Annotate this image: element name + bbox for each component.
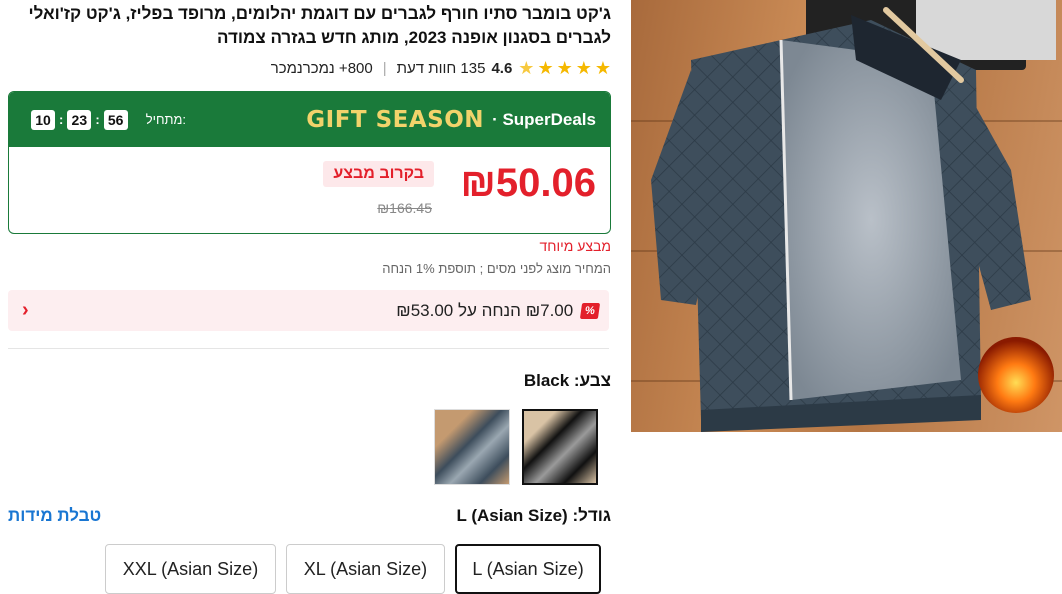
color-swatch-black[interactable] bbox=[522, 409, 598, 485]
timer-minutes: 23 bbox=[67, 109, 92, 130]
coming-soon-badge: בקרוב מבצע bbox=[323, 161, 434, 187]
section-divider bbox=[8, 348, 609, 349]
size-option-xl[interactable]: XL (Asian Size) bbox=[286, 544, 445, 594]
color-label-text: צבע: bbox=[573, 371, 611, 390]
size-chart-link[interactable]: טבלת מידות bbox=[8, 506, 101, 526]
current-price: ₪50.06 bbox=[460, 161, 596, 205]
coupon-bar[interactable]: › % ₪7.00 הנחה על ₪53.00 bbox=[8, 290, 609, 331]
countdown-timer: 10 : 23 : 56 מתחיל: bbox=[31, 109, 187, 130]
chevron-right-icon[interactable]: › bbox=[22, 299, 29, 322]
superdeals-box: 10 : 23 : 56 מתחיל: GIFT SEASON · SuperD… bbox=[8, 91, 611, 234]
product-image[interactable] bbox=[631, 0, 1062, 432]
deal-body: ₪50.06 בקרוב מבצע ₪166.45 bbox=[9, 147, 610, 232]
star-icon: ★ bbox=[575, 58, 592, 78]
size-option-l[interactable]: L (Asian Size) bbox=[455, 544, 601, 594]
sold-count: 800+ נמכרנמכר bbox=[270, 59, 373, 77]
timer-seconds: 56 bbox=[103, 109, 128, 130]
coupon-text: ₪7.00 הנחה על ₪53.00 bbox=[396, 300, 574, 320]
rating-row: ★ ★ ★ ★ ★ 4.6 135 חוות דעת | 800+ נמכרנמ… bbox=[271, 58, 611, 78]
size-label: גודל: L (Asian Size) bbox=[457, 506, 611, 526]
star-icon: ★ bbox=[537, 58, 554, 78]
coupon-icon: % bbox=[580, 302, 601, 319]
deal-header: 10 : 23 : 56 מתחיל: GIFT SEASON · SuperD… bbox=[9, 92, 610, 147]
star-rating[interactable]: ★ ★ ★ ★ ★ bbox=[518, 59, 611, 77]
coupon-info: % ₪7.00 הנחה על ₪53.00 bbox=[396, 300, 601, 321]
reviews-link[interactable]: 135 חוות דעת bbox=[397, 60, 486, 77]
size-label-text: גודל: bbox=[572, 506, 611, 525]
original-price: ₪166.45 bbox=[377, 200, 432, 216]
swatch-thumbnail bbox=[435, 410, 509, 484]
star-icon: ★ bbox=[556, 58, 573, 78]
star-icon: ★ bbox=[594, 58, 611, 78]
color-label: צבע: Black bbox=[524, 371, 611, 391]
special-offer-text: מבצע מיוחד bbox=[539, 238, 611, 254]
product-title: ג'קט בומבר סתיו חורף לגברים עם דוגמת יהל… bbox=[28, 4, 611, 47]
gift-season-logo: GIFT SEASON bbox=[306, 106, 485, 133]
rating-value: 4.6 bbox=[491, 59, 513, 77]
color-value: Black bbox=[523, 371, 570, 390]
swatch-thumbnail bbox=[524, 411, 596, 483]
jacket-illustration bbox=[651, 7, 1054, 432]
size-option-xxl[interactable]: XXL (Asian Size) bbox=[105, 544, 276, 594]
timer-hours: 10 bbox=[31, 109, 55, 130]
color-swatch-navy[interactable] bbox=[434, 409, 510, 485]
starts-label: מתחיל: bbox=[145, 112, 187, 127]
superdeals-label: · SuperDeals bbox=[492, 109, 596, 129]
half-star-icon: ★ bbox=[518, 58, 535, 78]
tax-note: המחיר מוצג לפני מסים ; תוספת 1% הנחה bbox=[382, 261, 611, 276]
size-value: L (Asian Size) bbox=[456, 506, 568, 525]
divider: | bbox=[382, 59, 387, 77]
deal-brand: GIFT SEASON · SuperDeals bbox=[306, 107, 596, 133]
